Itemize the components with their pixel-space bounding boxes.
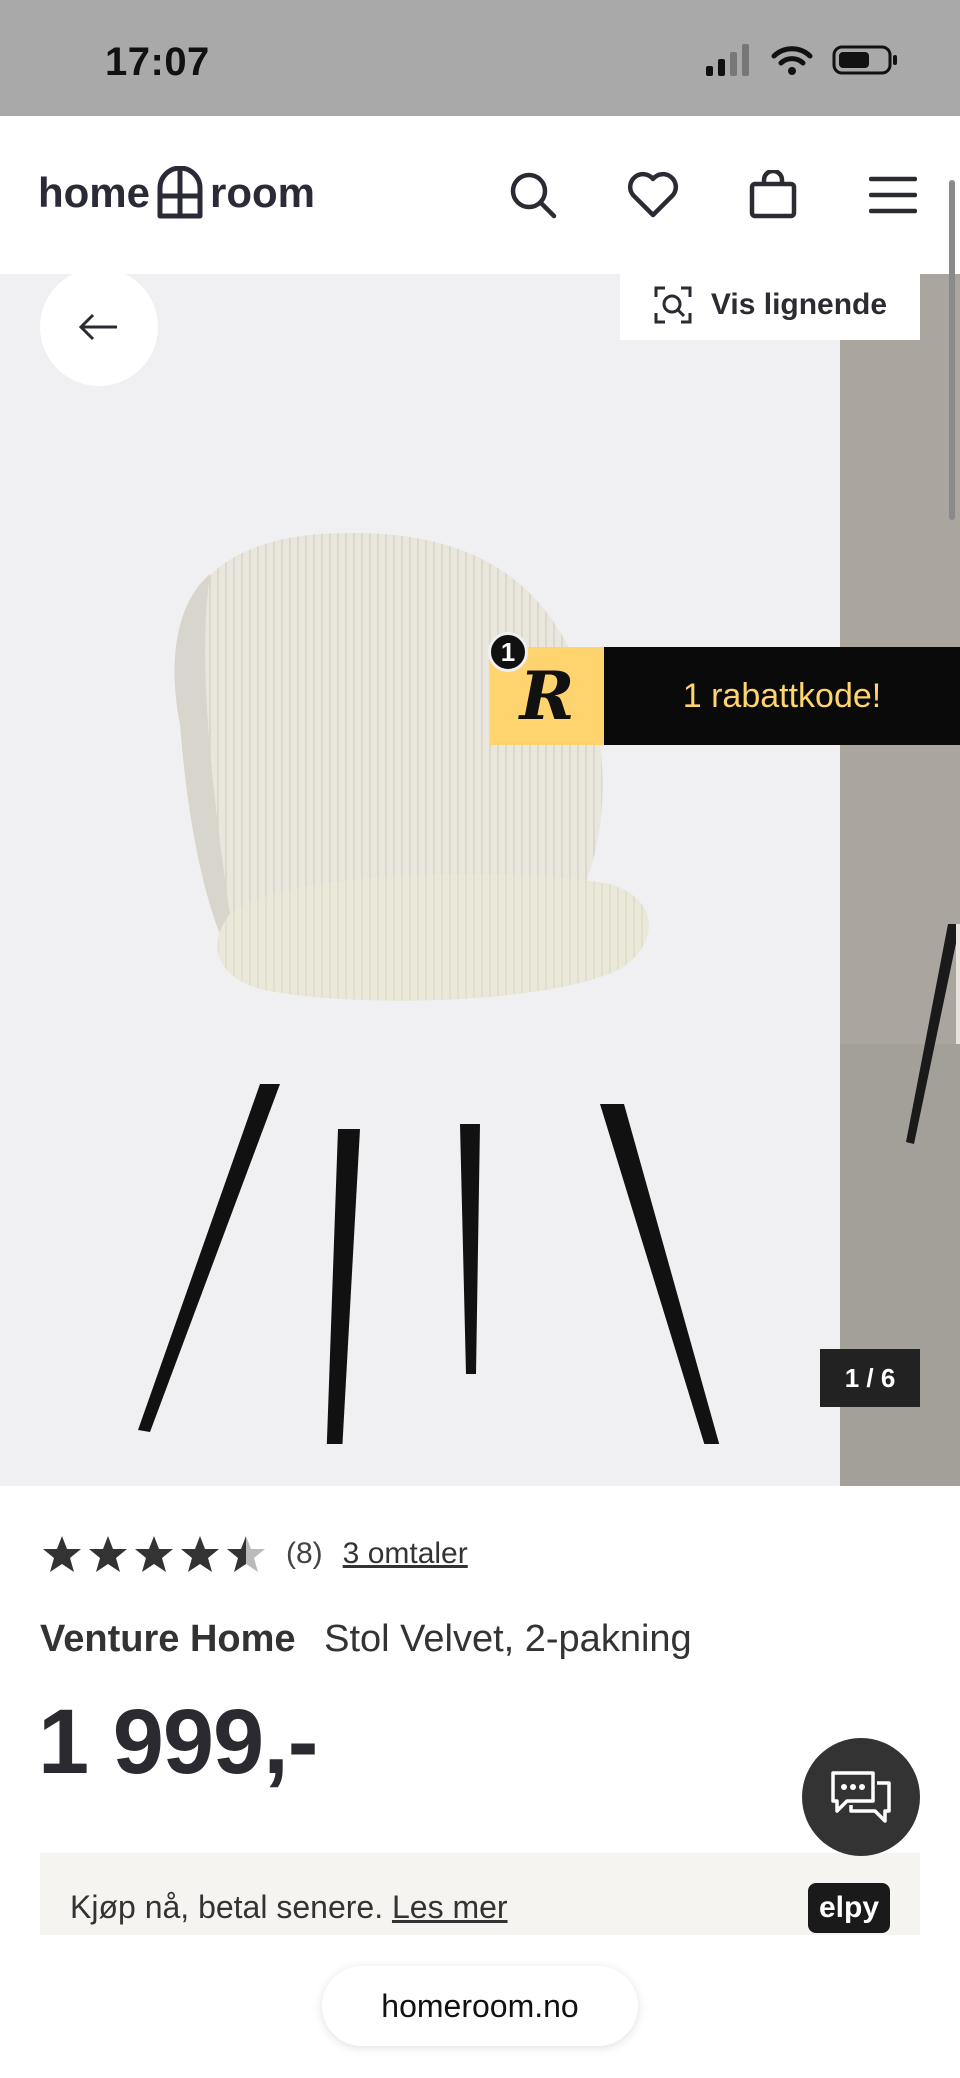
promo-count-badge: 1 [488, 632, 528, 672]
star-icon [89, 1536, 127, 1572]
homeroom-logo[interactable]: home room [38, 166, 315, 220]
chair-image [138, 532, 720, 1444]
discount-code-banner[interactable]: R 1 rabattkode! [490, 647, 960, 745]
image-pager: 1 / 6 [820, 1349, 920, 1407]
status-icons [706, 44, 898, 76]
next-image-chair-leg [906, 924, 960, 1144]
visual-search-icon [654, 286, 692, 324]
promo-text: 1 rabattkode! [604, 647, 960, 745]
product-title: Venture Home Stol Velvet, 2-pakning [40, 1618, 692, 1661]
battery-icon [832, 45, 897, 75]
back-button[interactable] [40, 274, 158, 386]
pay-later-text: Kjøp nå, betal senere. [70, 1889, 384, 1925]
review-count: (8) [286, 1537, 323, 1570]
rating-stars [42, 1535, 266, 1573]
product-name: Stol Velvet, 2-pakning [324, 1618, 692, 1660]
read-more-link[interactable]: Les mer [392, 1889, 508, 1925]
logo-text-room: room [210, 169, 316, 216]
status-time: 17:07 [105, 40, 210, 84]
bag-icon[interactable] [746, 168, 800, 222]
menu-icon[interactable] [866, 168, 920, 222]
pay-later-banner: Kjøp nå, betal senere. Les mer elpy [40, 1853, 920, 1935]
product-brand[interactable]: Venture Home [40, 1618, 296, 1660]
star-half-icon [227, 1536, 265, 1572]
elpy-logo: elpy [808, 1883, 890, 1933]
wifi-icon [771, 46, 813, 75]
header-icons [506, 168, 920, 222]
show-similar-label: Vis lignende [710, 288, 888, 321]
arrow-left-icon [79, 313, 117, 341]
logo-text-home: home [38, 169, 151, 216]
product-price: 1 999,- [38, 1691, 318, 1793]
reviews-link[interactable]: 3 omtaler [343, 1537, 468, 1571]
pay-later-text-row: Kjøp nå, betal senere. Les mer [70, 1889, 508, 1926]
cellular-signal-icon [706, 44, 749, 76]
next-image-preview[interactable] [840, 274, 960, 1486]
heart-icon[interactable] [626, 168, 680, 222]
chat-bubbles-icon [831, 1771, 891, 1823]
show-similar-button[interactable]: Vis lignende [620, 274, 920, 340]
house-logo-icon [157, 166, 203, 219]
chat-button[interactable] [802, 1738, 920, 1856]
browser-url-bar[interactable]: homeroom.no [322, 1966, 638, 2046]
site-header: home room [0, 116, 960, 274]
search-icon[interactable] [506, 168, 560, 222]
product-image-gallery[interactable]: Vis lignende R 1 rabattkode! 1 1 / 6 [0, 274, 960, 1486]
status-bar: 17:07 [0, 0, 960, 116]
scrollbar[interactable] [949, 180, 955, 520]
rating-row: (8) 3 omtaler [42, 1535, 468, 1573]
star-icon [135, 1536, 173, 1572]
star-icon [43, 1536, 81, 1572]
star-icon [181, 1536, 219, 1572]
